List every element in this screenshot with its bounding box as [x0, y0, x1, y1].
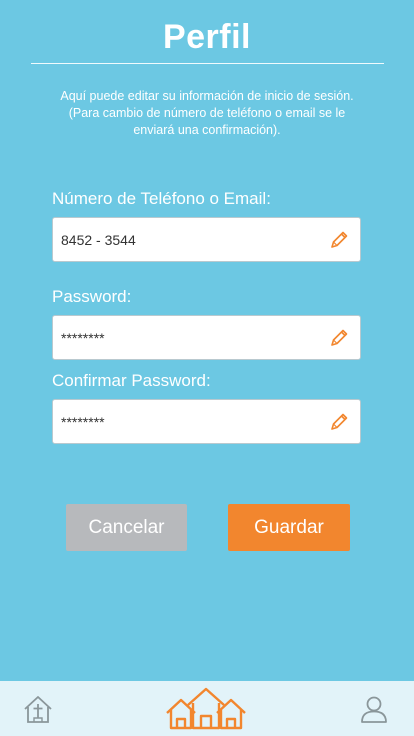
phone-label: Número de Teléfono o Email:	[52, 189, 271, 208]
confirm-password-field[interactable]	[52, 399, 361, 444]
save-button[interactable]: Guardar	[228, 504, 350, 551]
page-title: Perfil	[162, 18, 252, 56]
title-divider	[31, 63, 384, 64]
cancel-button[interactable]: Cancelar	[66, 504, 187, 551]
phone-input[interactable]	[61, 218, 321, 261]
church-icon[interactable]	[22, 693, 54, 725]
home-icon[interactable]	[165, 687, 247, 731]
user-icon[interactable]	[358, 693, 390, 725]
pencil-icon[interactable]	[329, 230, 349, 250]
password-input[interactable]	[61, 316, 321, 359]
bottom-tab-bar	[0, 681, 414, 736]
confirm-password-input[interactable]	[61, 400, 321, 443]
intro-text: Aquí puede editar su información de inic…	[60, 89, 354, 137]
pencil-icon[interactable]	[329, 412, 349, 432]
pencil-icon[interactable]	[329, 328, 349, 348]
confirm-password-label: Confirmar Password:	[52, 371, 211, 390]
password-label: Password:	[52, 287, 132, 306]
phone-field[interactable]	[52, 217, 361, 262]
password-field[interactable]	[52, 315, 361, 360]
